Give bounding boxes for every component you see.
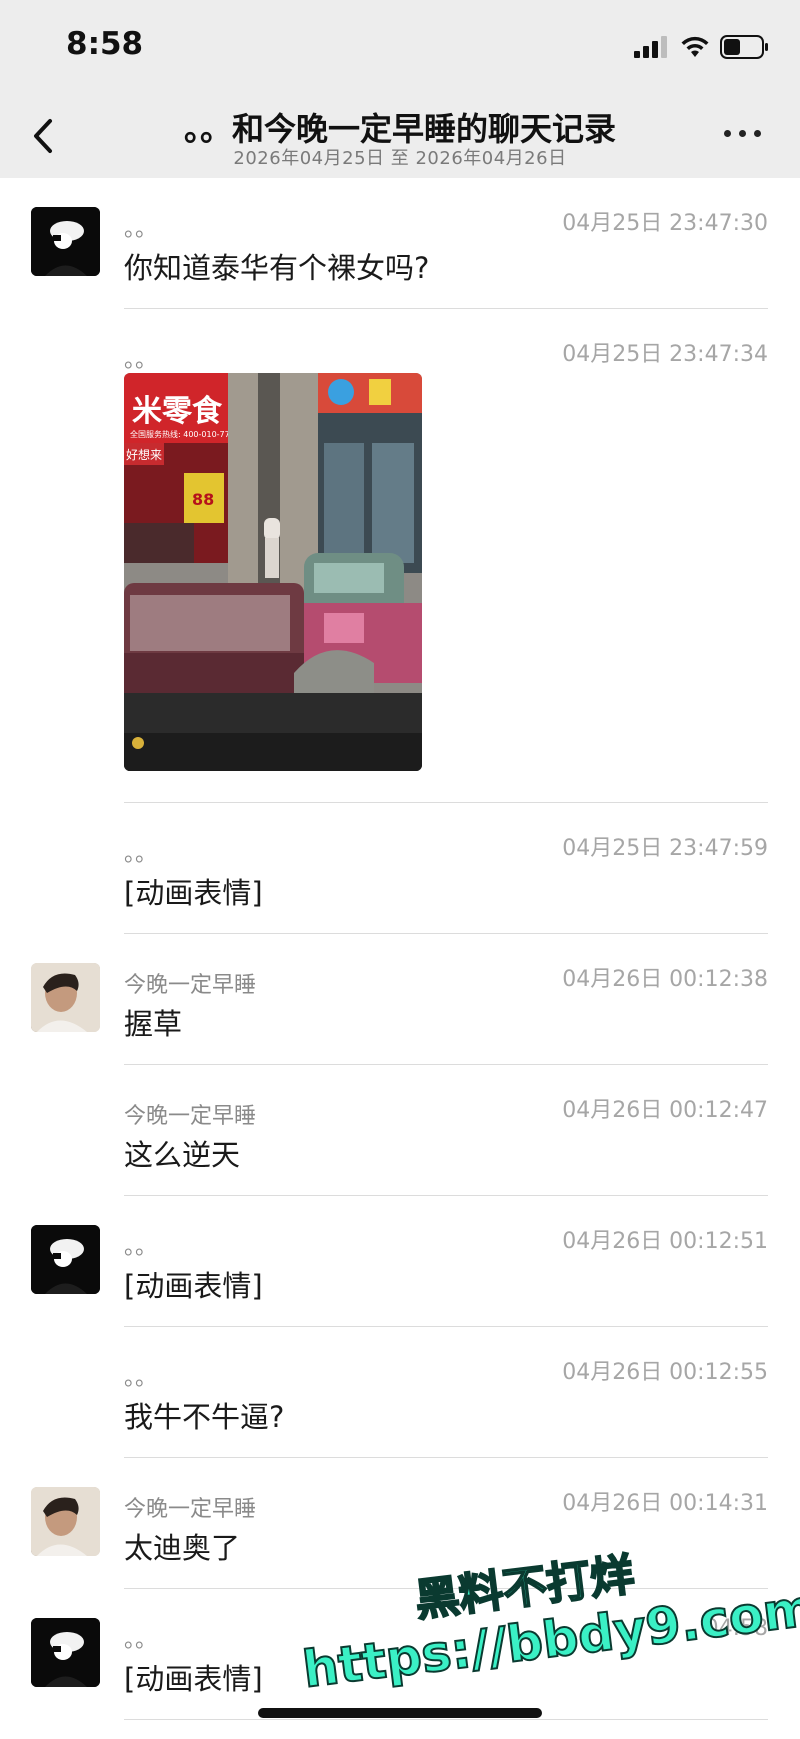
chat-message[interactable]: 。。 04月26日 00:12:51 [动画表情]: [0, 1223, 800, 1327]
status-bar: 8:58: [0, 0, 800, 92]
message-time: 04月25日 23:47:34: [562, 342, 768, 367]
mask-face-icon: [31, 1618, 100, 1687]
message-text[interactable]: 这么逆天: [124, 1132, 240, 1174]
chat-message[interactable]: 今晚一定早睡 04月26日 00:12:38 握草: [0, 961, 800, 1065]
message-text[interactable]: [动画表情]: [124, 870, 263, 912]
avatar[interactable]: [31, 1618, 100, 1687]
message-time: 04月26日 00:12:55: [562, 1360, 768, 1385]
message-time: 04月26日 00:12:47: [562, 1098, 768, 1123]
chat-message[interactable]: 。。 04月26日 00:12:55 我牛不牛逼?: [0, 1354, 800, 1458]
sender-name: 今晚一定早睡: [124, 973, 257, 998]
shop-phone-text: 全国服务热线: 400-010-7777: [130, 429, 240, 439]
avatar[interactable]: [31, 1225, 100, 1294]
divider: [124, 1326, 768, 1327]
nav-bar: 。。和今晚一定早睡的聊天记录 2026年04月25日 至 2026年04月26日: [0, 92, 800, 178]
message-text[interactable]: 你知道泰华有个裸女吗?: [124, 245, 429, 287]
sender-name: 。。: [124, 1235, 158, 1260]
sender-name: 。。: [124, 217, 158, 242]
signal-icon: [634, 36, 667, 58]
battery-icon: [720, 35, 768, 59]
divider: [124, 308, 768, 309]
message-time: 04月26日 00:12:38: [562, 967, 768, 992]
sender-name: 。。: [124, 1628, 158, 1653]
message-text[interactable]: [动画表情]: [124, 1263, 263, 1305]
dot-icon: [724, 130, 731, 137]
status-time: 8:58: [66, 26, 144, 62]
mask-face-icon: [31, 207, 100, 276]
message-time: 04月25日 23:47:59: [562, 836, 768, 861]
home-indicator[interactable]: [258, 1708, 542, 1718]
dot-icon: [754, 130, 761, 137]
photo-message[interactable]: 米零食 全国服务热线: 400-010-7777 好想来 88: [124, 373, 422, 771]
sender-name: 今晚一定早睡: [124, 1497, 257, 1522]
shop-name-text: 好想来: [126, 447, 162, 462]
divider: [124, 1195, 768, 1196]
divider: [124, 933, 768, 934]
price-text: 88: [192, 490, 214, 509]
chat-message[interactable]: 。。 04月25日 23:47:30 你知道泰华有个裸女吗?: [0, 205, 800, 309]
message-time: 04月26日 00:12:51: [562, 1229, 768, 1254]
status-icons: [634, 34, 770, 60]
more-options-button[interactable]: [724, 130, 764, 144]
wifi-icon: [681, 36, 709, 57]
chat-message[interactable]: 。。 04月25日 23:47:34 米零食 全国服务热线: 400-010-7…: [0, 336, 800, 803]
divider: [124, 1457, 768, 1458]
avatar[interactable]: [31, 963, 100, 1032]
mask-face-icon: [31, 1225, 100, 1294]
avatar[interactable]: [31, 1487, 100, 1556]
avatar[interactable]: [31, 207, 100, 276]
message-text[interactable]: 太迪奥了: [124, 1525, 240, 1567]
date-range-subtitle: 2026年04月25日 至 2026年04月26日: [233, 148, 567, 169]
message-text[interactable]: [动画表情]: [124, 1656, 263, 1698]
chat-message[interactable]: 今晚一定早睡 04月26日 00:12:47 这么逆天: [0, 1092, 800, 1196]
chat-message[interactable]: 。。 04月25日 23:47:59 [动画表情]: [0, 830, 800, 934]
street-photo: 米零食 全国服务热线: 400-010-7777 好想来 88: [124, 373, 422, 771]
person-avatar-icon: [31, 963, 100, 1032]
divider: [124, 1064, 768, 1065]
shop-sign-text: 米零食: [132, 394, 223, 429]
message-text[interactable]: 握草: [124, 1001, 182, 1043]
sender-name: 。。: [124, 1366, 158, 1391]
dot-icon: [739, 130, 746, 137]
sender-name: 。。: [124, 842, 158, 867]
divider: [124, 802, 768, 803]
sender-name: 。。: [124, 348, 158, 373]
message-time: 04月26日 00:14:31: [562, 1491, 768, 1516]
message-time: 04月25日 23:47:30: [562, 211, 768, 236]
sender-name: 今晚一定早睡: [124, 1104, 257, 1129]
message-text[interactable]: 我牛不牛逼?: [124, 1394, 284, 1436]
person-avatar-icon: [31, 1487, 100, 1556]
